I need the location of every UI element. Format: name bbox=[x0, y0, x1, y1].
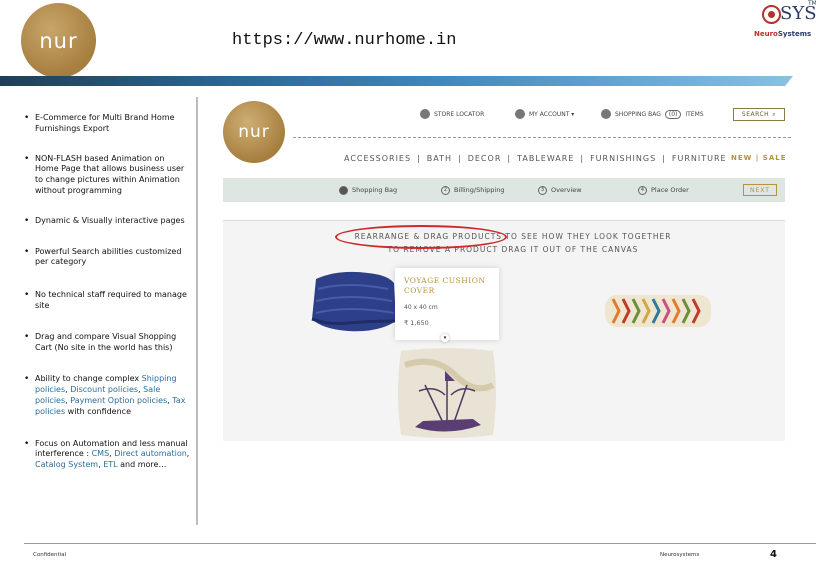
store-locator-link: STORE LOCATOR bbox=[420, 109, 484, 119]
list-item: Focus on Automation and less manual inte… bbox=[24, 439, 190, 471]
vertical-divider bbox=[196, 97, 198, 525]
search-button: SEARCH ⌕ bbox=[733, 108, 785, 121]
category-nav: ACCESSORIES | BATH | DECOR | TABLEWARE | FUR… bbox=[344, 154, 727, 163]
bag-icon bbox=[601, 109, 611, 119]
highlight-oval bbox=[335, 225, 507, 249]
footer-divider bbox=[24, 543, 816, 544]
list-item: Dynamic & Visually interactive pages bbox=[24, 216, 190, 227]
user-icon bbox=[515, 109, 525, 119]
footer-confidential: Confidential bbox=[33, 552, 67, 558]
step-shopping-bag: Shopping Bag bbox=[339, 185, 397, 195]
checkout-steps: Shopping Bag 2 Billing/Shipping 3 Overview… bbox=[223, 178, 785, 202]
page-number: 4 bbox=[770, 549, 777, 560]
footer-company: Neurosystems bbox=[660, 552, 700, 558]
list-item: Powerful Search abilities customized per… bbox=[24, 247, 190, 269]
next-button: NEXT bbox=[743, 184, 777, 196]
gear-icon bbox=[762, 5, 781, 24]
cushion-product bbox=[398, 348, 496, 438]
header-band bbox=[0, 76, 793, 86]
chevron-down-icon: ▾ bbox=[441, 334, 449, 342]
step-place-order: 4 Place Order bbox=[638, 185, 689, 195]
neurosystems-logo: SYS TM NeuroSystems bbox=[754, 0, 816, 38]
site-logo: nur bbox=[223, 101, 285, 163]
blanket-product bbox=[311, 271, 397, 332]
product-name: VOYAGE CUSHION COVER bbox=[404, 276, 486, 295]
feature-list: E-Commerce for Multi Brand Home Furnishi… bbox=[24, 113, 190, 471]
list-item: NON-FLASH based Animation on Home Page t… bbox=[24, 154, 190, 197]
step-billing: 2 Billing/Shipping bbox=[441, 185, 504, 195]
nur-logo: nur bbox=[21, 3, 96, 78]
new-sale-links: NEW | SALE bbox=[731, 154, 787, 162]
location-icon bbox=[420, 109, 430, 119]
step-overview: 3 Overview bbox=[538, 185, 582, 195]
drag-canvas: REARRANGE & DRAG PRODUCTS TO SEE HOW THE… bbox=[223, 220, 785, 441]
bolster-product bbox=[605, 295, 711, 327]
search-icon: ⌕ bbox=[772, 110, 777, 118]
product-price: ₹ 1,650 bbox=[404, 319, 429, 327]
list-item: E-Commerce for Multi Brand Home Furnishi… bbox=[24, 113, 190, 135]
website-screenshot: nur STORE LOCATOR MY ACCOUNT ▾ SHOPPING … bbox=[213, 96, 798, 441]
list-item: Ability to change complex Shipping polic… bbox=[24, 374, 190, 417]
list-item: Drag and compare Visual Shopping Cart (N… bbox=[24, 332, 190, 354]
nur-logo-text: nur bbox=[39, 28, 78, 53]
shopping-bag-link: SHOPPING BAG (0) ITEMS bbox=[601, 109, 704, 119]
product-popup: VOYAGE CUSHION COVER 40 x 40 cm ₹ 1,650 bbox=[395, 268, 499, 340]
my-account-link: MY ACCOUNT ▾ bbox=[515, 109, 574, 119]
site-url: https://www.nurhome.in bbox=[232, 31, 457, 50]
product-size: 40 x 40 cm bbox=[404, 304, 438, 311]
list-item: No technical staff required to manage si… bbox=[24, 290, 190, 312]
